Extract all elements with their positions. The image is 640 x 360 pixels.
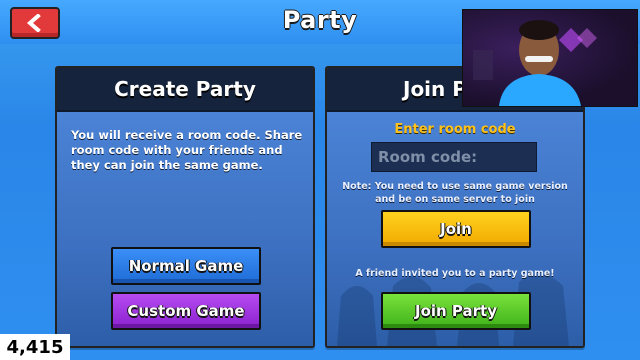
streamer-image: [473, 20, 597, 106]
normal-game-button[interactable]: Normal Game: [111, 247, 261, 285]
webcam-overlay: [462, 9, 638, 107]
create-party-body: You will receive a room code. Share room…: [57, 112, 313, 346]
create-party-header: Create Party: [57, 68, 313, 112]
join-party-body: Enter room code Note: You need to use sa…: [327, 112, 583, 346]
create-party-title: Create Party: [114, 77, 256, 101]
room-code-input[interactable]: [371, 142, 537, 172]
enter-room-code-label: Enter room code: [394, 122, 516, 137]
custom-game-button[interactable]: Custom Game: [111, 292, 261, 330]
invite-message: A friend invited you to a party game!: [355, 268, 555, 279]
join-party-title: Join P: [403, 77, 467, 101]
join-party-button[interactable]: Join Party: [381, 292, 531, 330]
join-button[interactable]: Join: [381, 210, 531, 248]
create-party-panel: Create Party You will receive a room cod…: [55, 66, 315, 348]
create-party-description: You will receive a room code. Share room…: [71, 128, 303, 172]
version-note: Note: You need to use same game version …: [342, 181, 568, 205]
join-party-panel: Join P Enter room code Note: You need to…: [325, 66, 585, 348]
view-counter: 4,415: [0, 334, 70, 360]
